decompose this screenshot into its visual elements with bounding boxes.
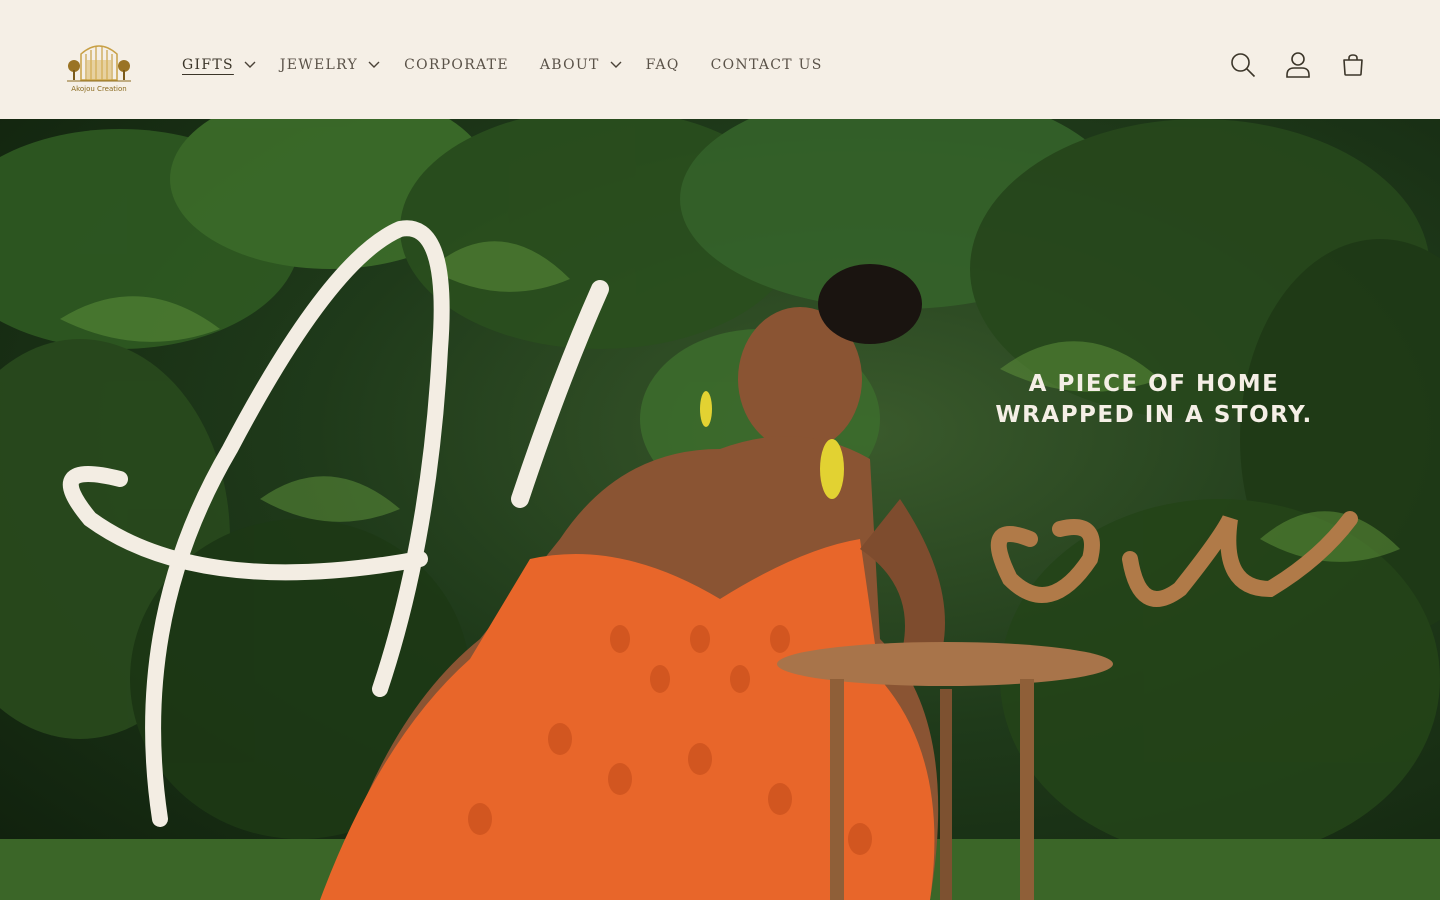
site-header: Akojou Creation GIFTS JEWELRY CORPORATE … <box>0 0 1440 119</box>
search-icon <box>1231 53 1256 78</box>
nav-item-about[interactable]: ABOUT <box>540 52 646 78</box>
account-icon <box>1286 52 1310 78</box>
cart-icon <box>1343 54 1363 76</box>
nav-item-label: FAQ <box>645 57 680 73</box>
logo-text: Akojou Creation <box>71 85 127 93</box>
search-button[interactable] <box>1230 51 1256 79</box>
hero-tagline: A PIECE OF HOME WRAPPED IN A STORY. <box>993 369 1315 431</box>
hero-image <box>0 119 1440 900</box>
nav-item-label: GIFTS <box>182 57 234 73</box>
nav-item-gifts[interactable]: GIFTS <box>182 52 280 78</box>
nav-item-jewelry[interactable]: JEWELRY <box>280 52 404 78</box>
tagline-line-2: WRAPPED IN A STORY. <box>995 402 1313 428</box>
account-button[interactable] <box>1285 51 1311 79</box>
chevron-down-icon <box>368 61 380 69</box>
nav-item-label: CONTACT US <box>710 57 823 73</box>
nav-item-label: CORPORATE <box>404 57 509 73</box>
header-icons <box>1230 51 1366 79</box>
hero-banner[interactable]: A PIECE OF HOME WRAPPED IN A STORY. <box>0 119 1440 900</box>
chevron-down-icon <box>244 61 256 69</box>
chevron-down-icon <box>610 61 622 69</box>
nav-item-label: JEWELRY <box>279 57 359 73</box>
tagline-line-1: A PIECE OF HOME <box>1028 371 1280 397</box>
brand-logo[interactable]: Akojou Creation <box>66 40 132 96</box>
nav-item-contact[interactable]: CONTACT US <box>711 52 823 78</box>
main-nav: GIFTS JEWELRY CORPORATE ABOUT FAQ CONTAC… <box>182 52 854 78</box>
nav-item-label: ABOUT <box>539 57 600 73</box>
nav-item-corporate[interactable]: CORPORATE <box>404 52 509 78</box>
nav-item-faq[interactable]: FAQ <box>646 52 680 78</box>
cart-button[interactable] <box>1340 51 1366 79</box>
logo-mark-icon <box>67 45 131 82</box>
